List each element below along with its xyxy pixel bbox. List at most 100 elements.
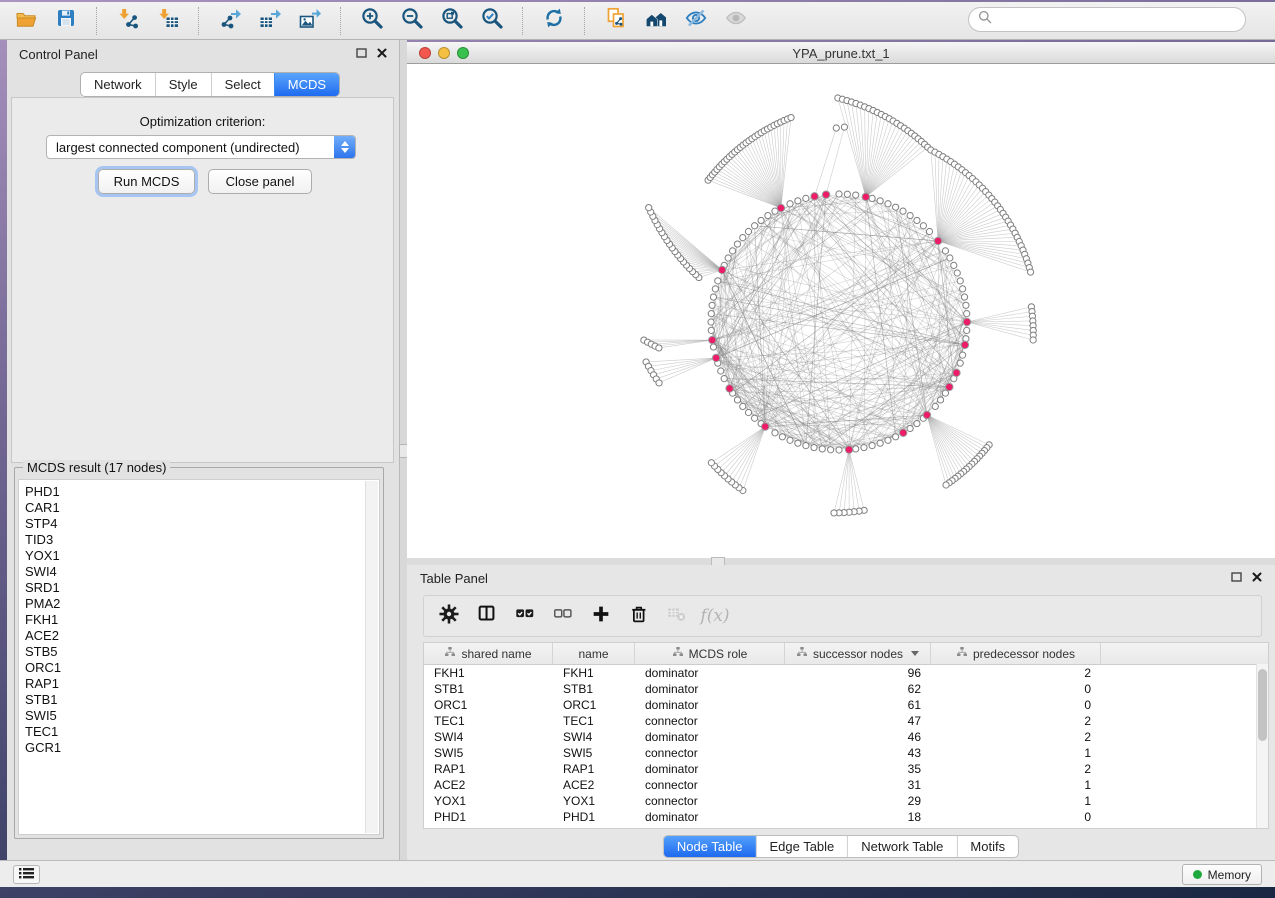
table-row[interactable]: PHD1PHD1dominator180 bbox=[424, 809, 1268, 825]
cell-name[interactable]: ORC1 bbox=[553, 698, 635, 712]
cell-shared_name[interactable]: ACE2 bbox=[424, 778, 553, 792]
mcds-hub-node[interactable] bbox=[762, 423, 769, 430]
network-node[interactable] bbox=[721, 376, 727, 382]
mcds-result-item[interactable]: YOX1 bbox=[25, 548, 379, 564]
network-node[interactable] bbox=[811, 444, 817, 450]
task-history-button[interactable] bbox=[13, 865, 40, 884]
network-node[interactable] bbox=[765, 212, 771, 218]
cell-name[interactable]: SWI5 bbox=[553, 746, 635, 760]
network-node[interactable] bbox=[861, 444, 867, 450]
network-node[interactable] bbox=[932, 403, 938, 409]
cell-successor_nodes[interactable]: 61 bbox=[785, 698, 931, 712]
network-node[interactable] bbox=[718, 368, 724, 374]
tab-select[interactable]: Select bbox=[211, 73, 274, 96]
network-node[interactable] bbox=[841, 124, 847, 130]
network-node[interactable] bbox=[957, 360, 963, 366]
mcds-hub-node[interactable] bbox=[811, 193, 818, 200]
cell-predecessor_nodes[interactable]: 0 bbox=[931, 810, 1101, 824]
show-all-button[interactable] bbox=[716, 4, 756, 38]
cell-shared_name[interactable]: FKH1 bbox=[424, 666, 553, 680]
network-node[interactable] bbox=[725, 255, 731, 261]
cell-predecessor_nodes[interactable]: 1 bbox=[931, 746, 1101, 760]
tab-edge-table[interactable]: Edge Table bbox=[755, 836, 847, 857]
table-row[interactable]: SWI4SWI4dominator462 bbox=[424, 729, 1268, 745]
cell-mcds_role[interactable]: connector bbox=[635, 714, 785, 728]
search-box[interactable] bbox=[968, 7, 1246, 32]
cell-predecessor_nodes[interactable]: 2 bbox=[931, 666, 1101, 680]
horizontal-splitter[interactable] bbox=[407, 558, 1275, 565]
network-node[interactable] bbox=[836, 447, 842, 453]
table-settings-button[interactable] bbox=[432, 599, 466, 633]
network-node[interactable] bbox=[828, 447, 834, 453]
hide-selected-button[interactable] bbox=[676, 4, 716, 38]
network-node[interactable] bbox=[734, 397, 740, 403]
network-node[interactable] bbox=[831, 510, 837, 516]
mcds-hub-node[interactable] bbox=[963, 318, 970, 325]
node-table[interactable]: shared namenameMCDS rolesuccessor nodesp… bbox=[423, 642, 1269, 829]
network-node[interactable] bbox=[752, 223, 758, 229]
mcds-hub-node[interactable] bbox=[862, 193, 869, 200]
table-row[interactable]: FKH1FKH1dominator962 bbox=[424, 665, 1268, 681]
save-session-button[interactable] bbox=[46, 4, 86, 38]
network-node[interactable] bbox=[877, 198, 883, 204]
network-node[interactable] bbox=[885, 201, 891, 207]
cell-mcds_role[interactable]: dominator bbox=[635, 762, 785, 776]
network-node[interactable] bbox=[914, 217, 920, 223]
network-node[interactable] bbox=[942, 390, 948, 396]
first-neighbors-button[interactable] bbox=[636, 4, 676, 38]
tab-node-table[interactable]: Node Table bbox=[664, 836, 756, 857]
mcds-hub-node[interactable] bbox=[923, 411, 930, 418]
network-node[interactable] bbox=[964, 327, 970, 333]
network-node[interactable] bbox=[710, 294, 716, 300]
float-table-panel-icon[interactable] bbox=[1231, 569, 1242, 587]
memory-button[interactable]: Memory bbox=[1182, 864, 1262, 885]
clone-network-button[interactable] bbox=[596, 4, 636, 38]
cell-name[interactable]: YOX1 bbox=[553, 794, 635, 808]
network-node[interactable] bbox=[853, 446, 859, 452]
float-panel-icon[interactable] bbox=[356, 45, 367, 63]
mcds-result-item[interactable]: STP4 bbox=[25, 516, 379, 532]
network-node[interactable] bbox=[1030, 337, 1036, 343]
mcds-hub-node[interactable] bbox=[718, 266, 725, 273]
network-node[interactable] bbox=[787, 437, 793, 443]
mcds-hub-node[interactable] bbox=[953, 369, 960, 376]
delete-columns-button[interactable] bbox=[622, 599, 656, 633]
network-node[interactable] bbox=[914, 420, 920, 426]
network-node[interactable] bbox=[920, 223, 926, 229]
column-header-shared-name[interactable]: shared name bbox=[424, 643, 553, 664]
mcds-result-item[interactable]: SWI5 bbox=[25, 708, 379, 724]
network-node[interactable] bbox=[836, 191, 842, 197]
network-node[interactable] bbox=[947, 255, 953, 261]
tab-mcds[interactable]: MCDS bbox=[274, 73, 339, 96]
mcds-result-list[interactable]: PHD1CAR1STP4TID3YOX1SWI4SRD1PMA2FKH1ACE2… bbox=[18, 479, 380, 835]
table-row[interactable]: RAP1RAP1dominator352 bbox=[424, 761, 1268, 777]
network-node[interactable] bbox=[772, 430, 778, 436]
mcds-hub-node[interactable] bbox=[899, 429, 906, 436]
mcds-hub-node[interactable] bbox=[934, 237, 941, 244]
network-node[interactable] bbox=[907, 425, 913, 431]
cell-predecessor_nodes[interactable]: 1 bbox=[931, 794, 1101, 808]
network-node[interactable] bbox=[960, 286, 966, 292]
cell-successor_nodes[interactable]: 46 bbox=[785, 730, 931, 744]
network-node[interactable] bbox=[853, 192, 859, 198]
network-node[interactable] bbox=[877, 440, 883, 446]
mcds-hub-node[interactable] bbox=[712, 354, 719, 361]
table-row[interactable]: STB1STB1dominator620 bbox=[424, 681, 1268, 697]
export-image-button[interactable] bbox=[290, 4, 330, 38]
network-node[interactable] bbox=[710, 344, 716, 350]
network-view[interactable] bbox=[407, 64, 1275, 558]
mcds-result-item[interactable]: PHD1 bbox=[25, 484, 379, 500]
column-header-MCDS-role[interactable]: MCDS role bbox=[635, 643, 785, 664]
cell-successor_nodes[interactable]: 29 bbox=[785, 794, 931, 808]
column-header-successor-nodes[interactable]: successor nodes bbox=[785, 643, 931, 664]
cell-shared_name[interactable]: TEC1 bbox=[424, 714, 553, 728]
mcds-result-item[interactable]: SWI4 bbox=[25, 564, 379, 580]
network-node[interactable] bbox=[960, 352, 966, 358]
network-node[interactable] bbox=[964, 311, 970, 317]
cell-mcds_role[interactable]: connector bbox=[635, 746, 785, 760]
mcds-hub-node[interactable] bbox=[822, 191, 829, 198]
table-row[interactable]: TEC1TEC1connector472 bbox=[424, 713, 1268, 729]
cell-successor_nodes[interactable]: 47 bbox=[785, 714, 931, 728]
cell-mcds_role[interactable]: dominator bbox=[635, 666, 785, 680]
cell-name[interactable]: RAP1 bbox=[553, 762, 635, 776]
